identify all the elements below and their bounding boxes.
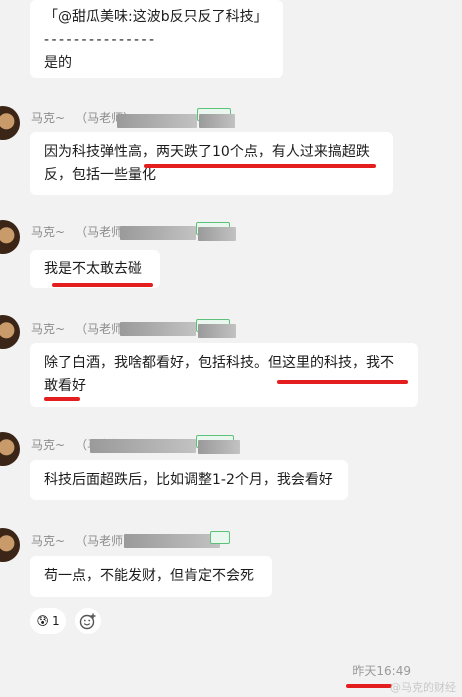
reaction-count: 1 <box>51 614 60 628</box>
watermark: @马克的财经 <box>390 681 456 694</box>
sender-label: 马克~（马老师） <box>31 532 135 549</box>
highlight-underline <box>44 397 80 401</box>
sender-name: 马克~ <box>31 322 66 336</box>
sender-name: 马克~ <box>31 225 66 239</box>
redacted-id <box>90 439 196 453</box>
avatar[interactable] <box>0 220 20 254</box>
highlight-underline <box>144 164 376 168</box>
redacted-id <box>120 322 196 336</box>
quote-reply: 是的 <box>44 55 72 71</box>
redacted-tag <box>198 227 236 241</box>
add-reaction-icon <box>79 613 96 630</box>
message-text-5: 苟一点，不能发财，但肯定不会死 <box>44 568 254 584</box>
redacted-id <box>117 114 197 128</box>
message-bubble-3[interactable]: 除了白酒，我啥都看好，包括科技。但这里的科技，我不敢看好 <box>30 343 418 407</box>
quote-message-bubble[interactable]: 「@甜瓜美味:这波b反只反了科技」 - - - - - - - - - - - … <box>30 0 283 78</box>
highlight-underline <box>346 684 392 688</box>
quote-divider: - - - - - - - - - - - - - - - <box>44 32 154 48</box>
message-text-4: 科技后面超跌后，比如调整1-2个月，我会看好 <box>44 472 333 488</box>
message-bubble-5[interactable]: 苟一点，不能发财，但肯定不会死 <box>30 556 272 597</box>
member-tag <box>210 531 230 544</box>
redacted-tag <box>198 324 236 338</box>
message-timestamp: 昨天16:49 <box>352 664 411 678</box>
avatar[interactable] <box>0 106 20 140</box>
message-bubble-4[interactable]: 科技后面超跌后，比如调整1-2个月，我会看好 <box>30 460 348 500</box>
reaction-chip[interactable]: 😰 1 <box>30 608 66 634</box>
redacted-id <box>120 226 196 240</box>
redacted-tag <box>198 440 240 454</box>
sender-name: 马克~ <box>31 534 66 548</box>
message-text-2: 我是不太敢去碰 <box>44 261 142 277</box>
redacted-tag <box>199 114 235 128</box>
highlight-underline <box>277 380 408 384</box>
avatar[interactable] <box>0 315 20 349</box>
quote-text: 「@甜瓜美味:这波b反只反了科技」 <box>44 9 268 25</box>
message-text-3: 除了白酒，我啥都看好，包括科技。但这里的科技，我不敢看好 <box>44 355 394 394</box>
sender-name: 马克~ <box>31 438 66 452</box>
highlight-underline <box>52 283 153 287</box>
add-reaction-button[interactable] <box>75 608 101 634</box>
avatar[interactable] <box>0 432 20 466</box>
sender-name: 马克~ <box>31 111 66 125</box>
avatar[interactable] <box>0 528 20 562</box>
anxious-face-icon: 😰 <box>36 614 49 628</box>
redacted-id <box>124 534 220 548</box>
